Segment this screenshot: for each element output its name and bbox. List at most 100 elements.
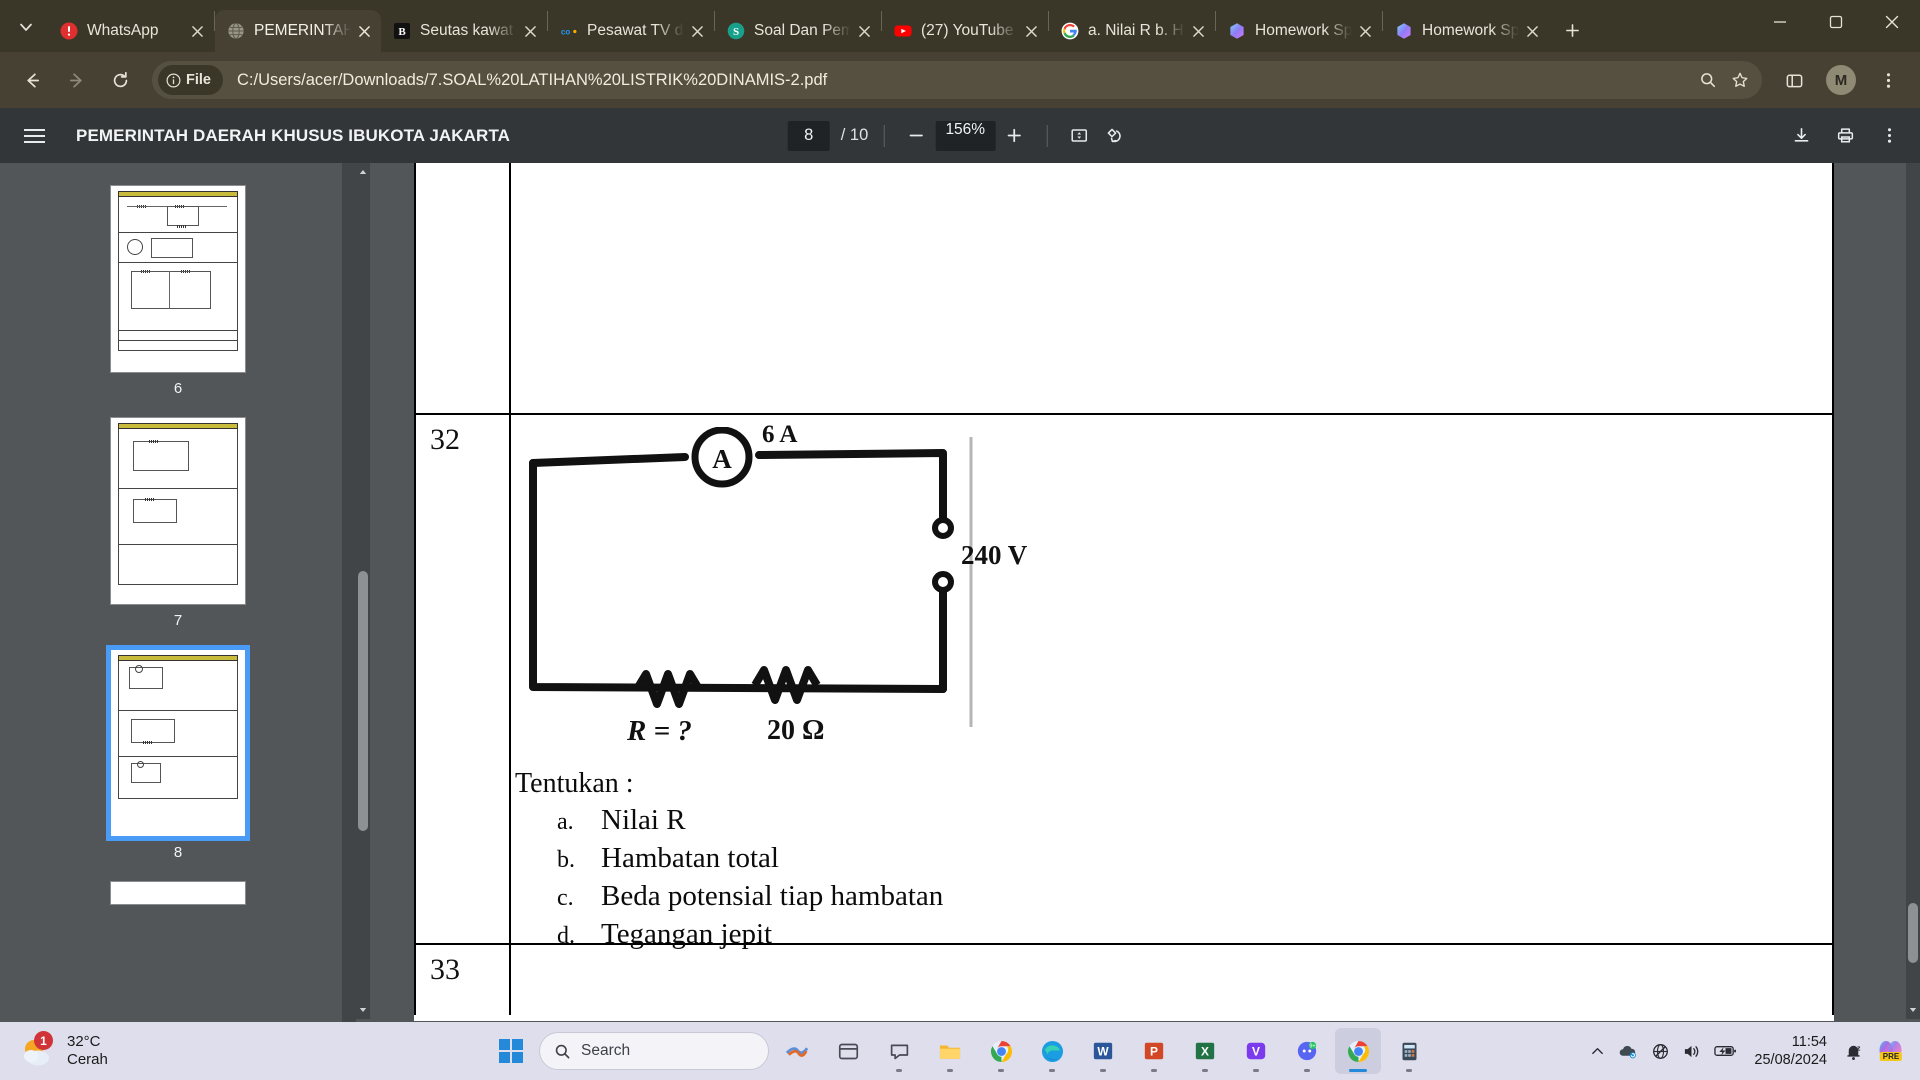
total-pages-label: / 10 <box>840 126 869 144</box>
table-row-blank <box>416 163 1832 415</box>
windows-start-icon[interactable] <box>488 1028 534 1074</box>
word-icon[interactable]: W <box>1080 1028 1126 1074</box>
copilot-pre-icon[interactable]: PRE <box>1876 1038 1906 1064</box>
close-button[interactable] <box>1864 0 1920 44</box>
page-number-input[interactable] <box>787 120 830 151</box>
widgets-icon[interactable] <box>825 1028 871 1074</box>
thumbnail-item[interactable] <box>0 881 356 905</box>
zoom-out-button[interactable] <box>899 119 933 153</box>
calculator-icon[interactable] <box>1386 1028 1432 1074</box>
close-icon[interactable] <box>686 20 708 42</box>
url-text[interactable]: C:/Users/acer/Downloads/7.SOAL%20LATIHAN… <box>237 71 1692 90</box>
close-icon[interactable] <box>186 20 208 42</box>
question-lead: Tentukan : <box>515 768 634 799</box>
settings-more-icon[interactable] <box>1868 60 1908 100</box>
rotate-icon[interactable] <box>1098 119 1132 153</box>
close-icon[interactable] <box>1187 20 1209 42</box>
zoom-magnifier-icon[interactable] <box>1692 64 1724 96</box>
forward-arrow-icon[interactable] <box>56 60 96 100</box>
zoom-in-button[interactable] <box>997 119 1031 153</box>
file-badge-label: File <box>186 72 211 88</box>
onedrive-icon[interactable] <box>1618 1043 1639 1059</box>
close-icon[interactable] <box>1020 20 1042 42</box>
print-icon[interactable] <box>1828 119 1862 153</box>
tab-soal-dan-pembahasan[interactable]: S Soal Dan Pem <box>715 10 881 52</box>
fit-page-icon[interactable] <box>1062 119 1096 153</box>
tab-whatsapp[interactable]: WhatsApp <box>48 10 214 52</box>
circuit-diagram-svg: A <box>529 427 973 727</box>
maximize-button[interactable] <box>1808 0 1864 44</box>
thumbnail-page-number: 8 <box>173 844 183 861</box>
pdf-globe-icon <box>227 22 245 40</box>
network-offline-icon[interactable] <box>1652 1043 1669 1060</box>
row-content-cell <box>511 163 1832 413</box>
edge-icon[interactable] <box>1029 1028 1075 1074</box>
close-icon[interactable] <box>1354 20 1376 42</box>
pdf-viewer-body: 6 7 8 32 A 6 A 240 V R = ? 20 Ω Tentukan… <box>0 163 1920 1039</box>
download-icon[interactable] <box>1784 119 1818 153</box>
taskview-icon[interactable] <box>774 1028 820 1074</box>
thumbnail-page-7[interactable] <box>110 417 246 605</box>
taskbar-clock[interactable]: 11:54 25/08/2024 <box>1754 1033 1827 1069</box>
thumbnail-sidebar[interactable]: 6 7 8 <box>0 163 356 1039</box>
chrome-icon[interactable] <box>978 1028 1024 1074</box>
tab-homework-1[interactable]: Homework Sp <box>1216 10 1382 52</box>
row-content-cell: A 6 A 240 V R = ? 20 Ω Tentukan: a. Nil… <box>511 415 1832 950</box>
close-icon[interactable] <box>519 20 541 42</box>
notifications-silent-icon[interactable]: z <box>1844 1042 1863 1061</box>
powerpoint-icon[interactable]: P <box>1131 1028 1177 1074</box>
battery-charging-icon[interactable] <box>1714 1044 1737 1058</box>
chrome-active-icon[interactable] <box>1335 1028 1381 1074</box>
close-icon[interactable] <box>353 20 375 42</box>
weather-widget[interactable]: 1 32°C Cerah <box>0 1031 108 1070</box>
address-bar[interactable]: File C:/Users/acer/Downloads/7.SOAL%20LA… <box>152 61 1762 99</box>
scroll-down-button[interactable] <box>356 1001 370 1019</box>
browser-window: WhatsApp PEMERINTAH B Seutas kawat co Pe… <box>0 0 1920 1080</box>
star-icon[interactable] <box>1724 64 1756 96</box>
copilot-icon <box>1228 22 1246 40</box>
search-input[interactable]: Search <box>539 1032 769 1070</box>
mini-row <box>118 197 238 233</box>
back-arrow-icon[interactable] <box>12 60 52 100</box>
hamburger-menu-icon[interactable] <box>14 116 54 156</box>
profile-avatar[interactable]: M <box>1826 65 1856 95</box>
show-hidden-icons-icon[interactable] <box>1590 1044 1605 1059</box>
zoom-level-value[interactable]: 156% <box>935 120 996 151</box>
thumbnail-page-6[interactable] <box>110 185 246 373</box>
tab-pemerintah[interactable]: PEMERINTAH <box>215 10 381 52</box>
minimize-button[interactable] <box>1752 0 1808 44</box>
thumbnail-page-9[interactable] <box>110 881 246 905</box>
tab-title: Seutas kawat <box>420 22 514 39</box>
excel-icon[interactable]: X <box>1182 1028 1228 1074</box>
thumbnail-page-8[interactable] <box>106 645 250 841</box>
right-scrollbar-thumb[interactable] <box>1908 903 1918 963</box>
thumbnail-scrollbar[interactable] <box>342 163 356 1039</box>
collections-icon[interactable] <box>1774 60 1814 100</box>
file-scheme-badge[interactable]: File <box>158 65 223 95</box>
meet-icon[interactable]: 9+ <box>1284 1028 1330 1074</box>
close-icon[interactable] <box>853 20 875 42</box>
more-vertical-icon[interactable] <box>1872 119 1906 153</box>
reload-icon[interactable] <box>100 60 140 100</box>
new-tab-button[interactable] <box>1555 13 1589 47</box>
tab-seutas-kawat[interactable]: B Seutas kawat <box>381 10 547 52</box>
thumbnail-item[interactable]: 7 <box>0 417 356 645</box>
tab-pesawat-tv[interactable]: co Pesawat TV d <box>548 10 714 52</box>
left-scrollbar-track[interactable] <box>356 181 370 1001</box>
left-scrollbar-thumb[interactable] <box>358 571 368 831</box>
v-app-icon[interactable]: V <box>1233 1028 1279 1074</box>
close-icon[interactable] <box>1521 20 1543 42</box>
thumbnail-item[interactable]: 6 <box>0 185 356 413</box>
tab-homework-2[interactable]: Homework Sp <box>1383 10 1549 52</box>
mini-row <box>118 711 238 757</box>
tab-youtube[interactable]: (27) YouTube <box>882 10 1048 52</box>
right-scroll-down-button[interactable] <box>1906 1001 1920 1019</box>
right-scrollbar-track[interactable] <box>1906 163 1920 1019</box>
thumbnail-item[interactable]: 8 <box>0 645 356 877</box>
scroll-up-button[interactable] <box>356 163 370 181</box>
tab-nilai-r[interactable]: a. Nilai R b. H <box>1049 10 1215 52</box>
file-explorer-icon[interactable] <box>927 1028 973 1074</box>
chat-icon[interactable] <box>876 1028 922 1074</box>
tab-search-chevron-down-icon[interactable] <box>4 5 48 49</box>
volume-icon[interactable] <box>1682 1043 1701 1060</box>
